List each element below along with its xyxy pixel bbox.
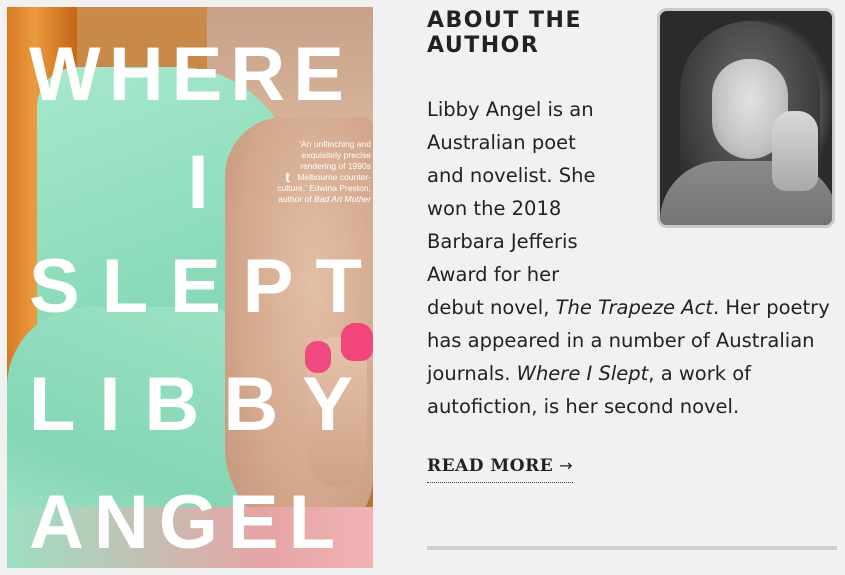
author-bio: Libby Angel is an Australian poet and no…	[427, 93, 837, 423]
book-title-trapeze-act: The Trapeze Act	[555, 296, 713, 319]
cover-blurb: 'An unflinching and exquisitely precise …	[271, 139, 371, 205]
bio-line: Libby Angel is an	[427, 98, 594, 121]
book-cover: WHERE I SLEPT LIBBY ANGEL t 'An unflinch…	[7, 7, 373, 568]
section-divider	[427, 546, 837, 550]
book-title-where-i-slept: Where I Slept	[516, 362, 649, 385]
bio-line: Barbara Jefferis	[427, 230, 578, 253]
cover-author-word: ANGEL	[29, 480, 345, 565]
bio-line: Australian poet	[427, 131, 576, 154]
bio-paragraph: debut novel, The Trapeze Act. Her poetry…	[427, 291, 837, 423]
cover-blurb-book: Bad Art Mother	[314, 194, 371, 204]
read-more-link[interactable]: READ MORE →	[427, 456, 574, 483]
bio-line: won the 2018	[427, 197, 562, 220]
bio-text: debut novel,	[427, 296, 556, 319]
cover-author-word: LIBBY	[29, 362, 373, 447]
read-more-label: READ MORE	[427, 456, 554, 476]
cover-title-word: SLEPT	[29, 244, 373, 329]
bio-line: Award for her	[427, 263, 560, 286]
bio-line: and novelist. She	[427, 164, 596, 187]
about-heading: ABOUT THE AUTHOR	[427, 8, 582, 58]
cover-title-word: WHERE	[29, 32, 352, 117]
arrow-right-icon: →	[559, 456, 574, 475]
